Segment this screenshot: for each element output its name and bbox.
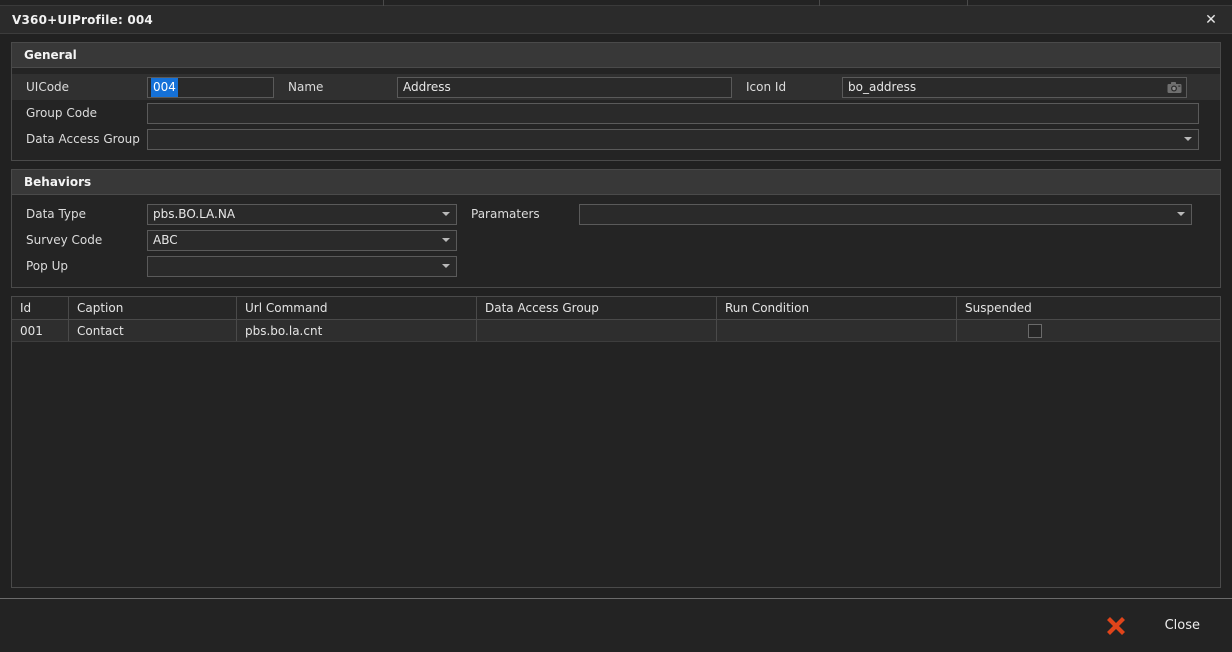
general-panel-header: General: [12, 43, 1220, 68]
parameters-combo[interactable]: [579, 203, 1192, 225]
parameters-label: Paramaters: [471, 207, 540, 221]
data-access-group-label: Data Access Group: [26, 132, 140, 146]
survey-code-combo[interactable]: ABC: [147, 229, 457, 251]
survey-code-label: Survey Code: [26, 233, 103, 247]
chevron-down-icon: [442, 264, 450, 268]
chevron-down-icon: [442, 212, 450, 216]
column-header-run-condition[interactable]: Run Condition: [717, 297, 957, 319]
close-button[interactable]: Close: [1095, 607, 1208, 645]
chevron-down-icon: [442, 238, 450, 242]
cell-run-condition: [717, 320, 957, 341]
survey-code-value: ABC: [153, 233, 178, 247]
uicode-value: 004: [151, 77, 178, 97]
table-row[interactable]: 001 Contact pbs.bo.la.cnt: [12, 320, 1220, 342]
column-header-caption[interactable]: Caption: [69, 297, 237, 319]
close-icon[interactable]: ✕: [1200, 9, 1222, 31]
group-code-label: Group Code: [26, 106, 98, 120]
window-title: V360+UIProfile: 004: [12, 12, 153, 27]
data-access-group-row: Data Access Group: [12, 126, 1220, 152]
behaviors-panel-header: Behaviors: [12, 170, 1220, 195]
data-type-row: Data Type pbs.BO.LA.NA Paramaters: [12, 201, 1220, 227]
data-type-combo[interactable]: pbs.BO.LA.NA: [147, 203, 457, 225]
name-input[interactable]: Address: [397, 76, 732, 98]
camera-icon[interactable]: [1166, 80, 1183, 95]
group-code-input[interactable]: [147, 102, 1199, 124]
cell-id: 001: [12, 320, 69, 341]
behaviors-panel-body: Data Type pbs.BO.LA.NA Paramaters Survey…: [12, 195, 1220, 287]
suspended-checkbox[interactable]: [1027, 323, 1042, 338]
dialog-body: General UICode 004 Name Address Icon Id …: [0, 34, 1232, 598]
pop-up-row: Pop Up: [12, 253, 1220, 279]
chevron-down-icon: [1177, 212, 1185, 216]
cell-data-access-group: [477, 320, 717, 341]
data-type-value: pbs.BO.LA.NA: [153, 207, 236, 221]
survey-code-row: Survey Code ABC: [12, 227, 1220, 253]
icon-id-input[interactable]: bo_address: [842, 76, 1187, 98]
column-header-data-access-group[interactable]: Data Access Group: [477, 297, 717, 319]
grid-header-row: Id Caption Url Command Data Access Group…: [12, 297, 1220, 320]
behaviors-panel: Behaviors Data Type pbs.BO.LA.NA Paramat…: [11, 169, 1221, 288]
column-header-url-command[interactable]: Url Command: [237, 297, 477, 319]
cell-url-command: pbs.bo.la.cnt: [237, 320, 477, 341]
chevron-down-icon: [1184, 137, 1192, 141]
pop-up-combo[interactable]: [147, 255, 457, 277]
icon-id-label: Icon Id: [746, 80, 787, 94]
cell-caption: Contact: [69, 320, 237, 341]
commands-grid: Id Caption Url Command Data Access Group…: [11, 296, 1221, 588]
pop-up-label: Pop Up: [26, 259, 68, 273]
name-label: Name: [288, 80, 324, 94]
close-button-label: Close: [1164, 618, 1200, 633]
general-panel-body: UICode 004 Name Address Icon Id bo_addre…: [12, 68, 1220, 160]
uicode-row: UICode 004 Name Address Icon Id bo_addre…: [12, 74, 1220, 100]
grid-empty-area: [12, 342, 1220, 587]
title-bar: V360+UIProfile: 004 ✕: [0, 6, 1232, 34]
group-code-row: Group Code: [12, 100, 1220, 126]
dialog-window: V360+UIProfile: 004 ✕ General UICode 004…: [0, 6, 1232, 652]
uicode-input[interactable]: 004: [147, 76, 274, 98]
data-access-group-combo[interactable]: [147, 128, 1199, 150]
general-panel: General UICode 004 Name Address Icon Id …: [11, 42, 1221, 161]
data-type-label: Data Type: [26, 207, 87, 221]
uicode-label: UICode: [26, 80, 70, 94]
icon-id-value: bo_address: [848, 79, 917, 94]
column-header-suspended[interactable]: Suspended: [957, 297, 1220, 319]
name-value: Address: [403, 79, 451, 94]
cell-suspended: [957, 320, 1220, 341]
column-header-id[interactable]: Id: [12, 297, 69, 319]
dialog-footer: Close: [0, 598, 1232, 652]
x-mark-icon: [1103, 613, 1129, 639]
